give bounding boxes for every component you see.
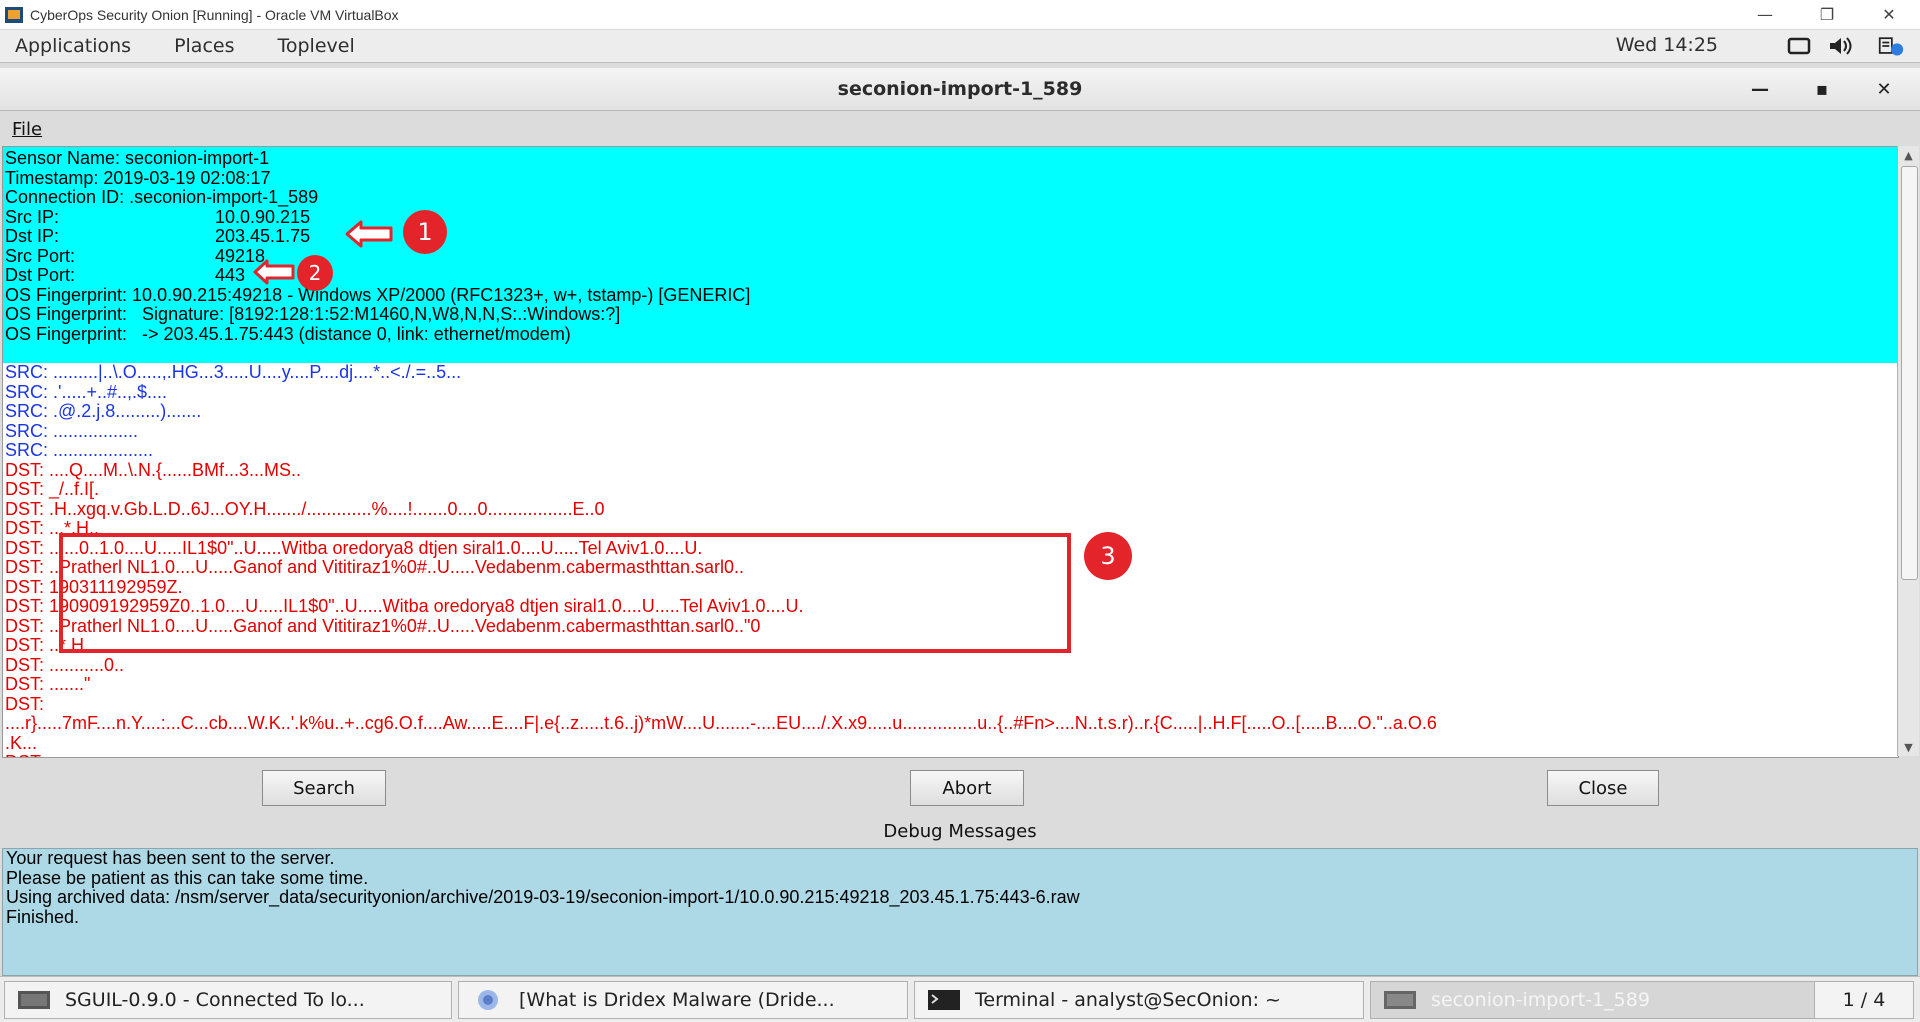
- annotation-highlight-box: [59, 533, 1071, 653]
- panel-clock[interactable]: Wed 14:25: [1616, 34, 1718, 56]
- top-panel: Applications Places Toplevel Wed 14:25: [0, 30, 1920, 63]
- dst-port-value: 443: [215, 265, 246, 285]
- abort-button[interactable]: Abort: [910, 770, 1024, 806]
- search-button[interactable]: Search: [262, 770, 386, 806]
- window-close-button[interactable]: ✕: [1869, 76, 1899, 102]
- toplevel-menu[interactable]: Toplevel: [277, 35, 354, 57]
- dst-payload-line: DST: .......": [5, 674, 91, 694]
- window-maximize-button[interactable]: ▪: [1807, 76, 1837, 102]
- connection-id-line: Connection ID: .seconion-import-1_589: [5, 187, 319, 207]
- browser-icon: [478, 990, 498, 1010]
- dst-ip-line: Dst IP: 203.45.1.75: [3, 226, 1898, 247]
- dst-payload-line: DST: .H..xgq.v.Gb.L.D..6J...OY.H......./…: [5, 498, 605, 519]
- debug-line: Your request has been sent to the server…: [6, 848, 335, 868]
- scroll-up-arrow-icon[interactable]: ▲: [1898, 146, 1919, 164]
- file-menu[interactable]: File: [12, 119, 42, 140]
- debug-line: Please be patient as this can take some …: [6, 867, 369, 888]
- debug-messages-label: Debug Messages: [883, 821, 1037, 842]
- taskbar-item-label: seconion-import-1_589: [1431, 989, 1650, 1011]
- virtualbox-app-icon: [5, 6, 23, 23]
- dst-ip-value: 203.45.1.75: [215, 226, 311, 246]
- virtualbox-window-title: CyberOps Security Onion [Running] - Orac…: [30, 6, 399, 23]
- src-ip-label: Src IP:: [5, 206, 60, 227]
- scroll-down-arrow-icon[interactable]: ▼: [1898, 738, 1919, 756]
- debug-line: Finished.: [6, 906, 80, 927]
- dst-payload-line: DST: _/..f.I[.: [5, 479, 100, 499]
- screen-icon[interactable]: [1786, 34, 1812, 58]
- taskbar-item-browser[interactable]: [What is Dridex Malware (Dride...: [458, 981, 908, 1019]
- taskbar-item-transcript[interactable]: seconion-import-1_589: [1370, 981, 1818, 1019]
- src-port-label: Src Port:: [5, 245, 76, 266]
- menubar: File: [0, 114, 1920, 144]
- workspace-switcher[interactable]: 1 / 4: [1814, 981, 1914, 1019]
- os-fingerprint-line: OS Fingerprint: Signature: [8192:128:1:5…: [5, 304, 621, 324]
- dst-payload-line: DST: ....Q....M..\.N.{......BMf...3...MS…: [5, 459, 302, 480]
- timestamp-line: Timestamp: 2019-03-19 02:08:17: [5, 167, 271, 188]
- scrollbar-thumb[interactable]: [1901, 166, 1918, 580]
- dst-payload-line: ....r}.....7mF....n.Y....:...C...cb....W…: [5, 713, 1437, 733]
- host-close-button[interactable]: ✕: [1858, 0, 1920, 29]
- taskbar-item-terminal[interactable]: Terminal - analyst@SecOnion: ~: [914, 981, 1364, 1019]
- host-restore-button[interactable]: ❐: [1796, 0, 1858, 29]
- taskbar: SGUIL-0.9.0 - Connected To lo... [What i…: [0, 976, 1920, 1022]
- places-menu[interactable]: Places: [174, 35, 234, 57]
- src-payload-line: SRC: ....................: [5, 440, 154, 460]
- close-button[interactable]: Close: [1547, 770, 1659, 806]
- annotation-marker-2: 2: [297, 255, 333, 291]
- annotation-marker-1: 1: [403, 210, 447, 254]
- window-icon: [18, 991, 50, 1009]
- sensor-name-line: Sensor Name: seconion-import-1: [5, 148, 270, 168]
- dst-ip-label: Dst IP:: [5, 226, 60, 246]
- window-title: seconion-import-1_589: [837, 78, 1083, 100]
- src-ip-value: 10.0.90.215: [215, 206, 311, 227]
- debug-line: Using archived data: /nsm/server_data/se…: [6, 887, 1080, 907]
- dst-payload-line: DST: .: [3, 752, 1898, 757]
- transcript-window-titlebar: seconion-import-1_589 — ▪ ✕: [0, 68, 1920, 111]
- transcript-text-area[interactable]: Sensor Name: seconion-import-1 Timestamp…: [2, 146, 1899, 758]
- os-fingerprint-line: OS Fingerprint: -> 203.45.1.75:443 (dist…: [5, 323, 571, 344]
- taskbar-item-sguil[interactable]: SGUIL-0.9.0 - Connected To lo...: [4, 981, 452, 1019]
- virtualbox-titlebar: CyberOps Security Onion [Running] - Orac…: [0, 0, 1920, 30]
- applications-menu[interactable]: Applications: [15, 35, 131, 57]
- dst-port-label: Dst Port:: [5, 265, 76, 285]
- host-minimize-button[interactable]: —: [1734, 0, 1796, 29]
- annotation-arrow-2-icon: [253, 259, 295, 285]
- os-fingerprint-line: OS Fingerprint: 10.0.90.215:49218 - Wind…: [5, 284, 751, 305]
- terminal-icon: [928, 990, 960, 1010]
- taskbar-item-label: [What is Dridex Malware (Dride...: [519, 989, 835, 1011]
- taskbar-item-label: SGUIL-0.9.0 - Connected To lo...: [65, 989, 365, 1011]
- window-minimize-button[interactable]: —: [1745, 76, 1775, 102]
- transcript-scrollbar[interactable]: ▲ ▼: [1897, 146, 1919, 756]
- notification-icon[interactable]: [1878, 34, 1904, 58]
- dst-payload-line: .K...: [5, 732, 38, 753]
- src-ip-line: Src IP: 10.0.90.215: [3, 206, 1898, 228]
- window-icon: [1384, 991, 1416, 1009]
- dst-payload-line: DST: ...........0..: [5, 654, 125, 675]
- annotation-arrow-1-icon: [345, 220, 393, 248]
- annotation-marker-3: 3: [1084, 532, 1132, 580]
- taskbar-item-label: Terminal - analyst@SecOnion: ~: [975, 989, 1281, 1011]
- dst-payload-line: DST:: [5, 693, 45, 714]
- volume-icon[interactable]: [1828, 34, 1854, 58]
- src-payload-line: SRC: .@.2.j.8.........).......: [5, 401, 202, 421]
- src-payload-line: SRC: .........|..\.O.....,.HG...3.....U.…: [5, 362, 462, 382]
- transcript-header: Sensor Name: seconion-import-1 Timestamp…: [3, 147, 1898, 363]
- src-payload-line: SRC: .'.....+..#..,.$....: [5, 381, 167, 402]
- debug-messages-area[interactable]: Your request has been sent to the server…: [2, 848, 1918, 976]
- src-payload-line: SRC: .................: [5, 420, 139, 441]
